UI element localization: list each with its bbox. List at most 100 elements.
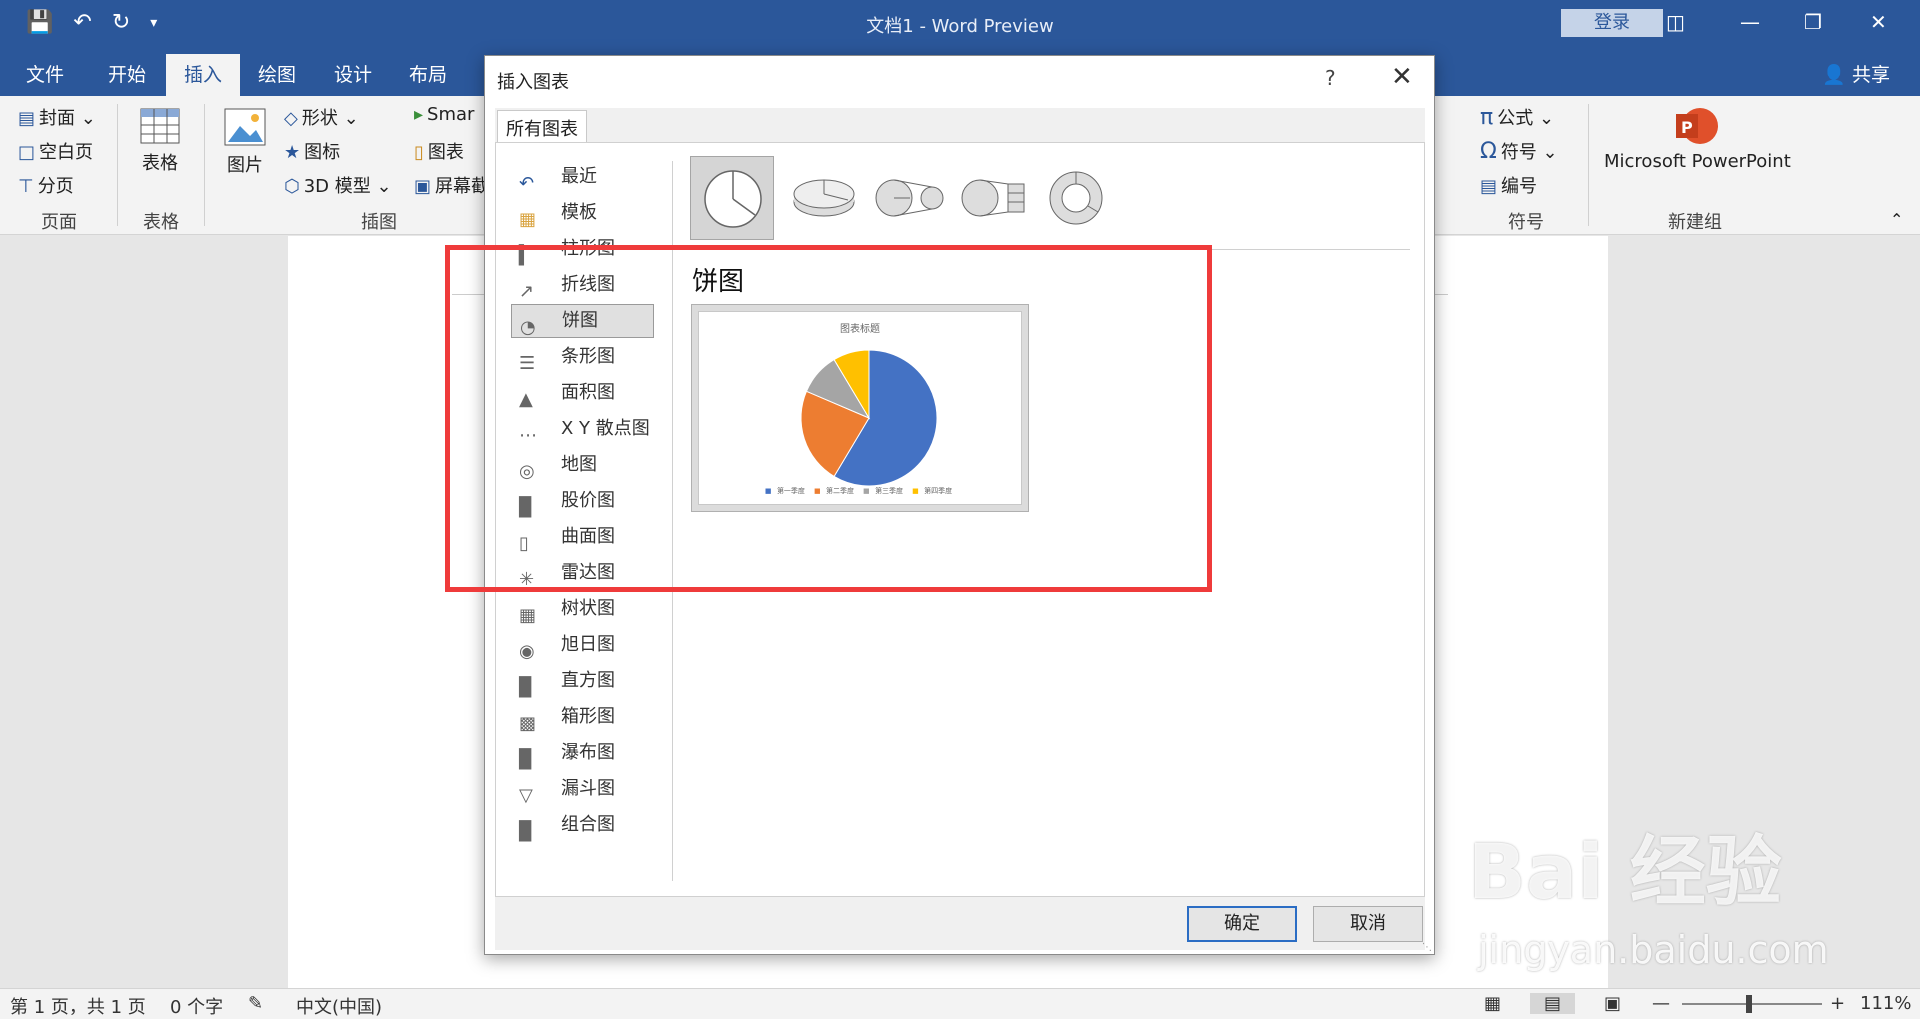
sunburst-icon: ◉ xyxy=(519,641,535,662)
resize-grip-icon[interactable]: ⋱ xyxy=(1422,942,1432,953)
omega-icon: Ω xyxy=(1480,139,1497,164)
icons-icon: ★ xyxy=(284,142,301,163)
chart-category-box-whisker[interactable]: ▩ 箱形图 xyxy=(511,700,654,734)
table-icon xyxy=(140,108,180,144)
doughnut-subtype[interactable] xyxy=(1034,156,1118,240)
read-mode-icon[interactable]: ▦ xyxy=(1484,993,1501,1014)
treemap-icon: ▦ xyxy=(519,605,537,626)
smartart-button[interactable]: ▸ Smar xyxy=(414,104,474,125)
group-label-symbols: 符号 xyxy=(1508,212,1544,233)
share-label: 共享 xyxy=(1851,64,1890,86)
box-whisker-icon: ▩ xyxy=(519,713,537,734)
tab-file[interactable]: 文件 xyxy=(26,60,64,87)
tab-layout[interactable]: 布局 xyxy=(409,60,447,87)
print-layout-icon[interactable]: ▤ xyxy=(1530,993,1576,1014)
minimize-icon[interactable]: — xyxy=(1740,10,1760,34)
category-label: 旭日图 xyxy=(561,634,615,655)
cover-page-button[interactable]: ▤ 封面 ⌄ xyxy=(18,104,96,130)
share-button[interactable]: 👤 共享 xyxy=(1822,60,1890,87)
category-label: 瀑布图 xyxy=(561,742,615,763)
picture-icon xyxy=(224,108,266,146)
category-label: 箱形图 xyxy=(561,706,615,727)
icons-button[interactable]: ★ 图标 xyxy=(284,138,340,164)
shapes-button[interactable]: ◇ 形状 ⌄ xyxy=(284,104,359,130)
chart-category-sunburst[interactable]: ◉ 旭日图 xyxy=(511,628,654,662)
bar-of-pie-subtype[interactable] xyxy=(950,156,1034,240)
powerpoint-icon: P xyxy=(1676,108,1718,144)
category-label: 模板 xyxy=(561,202,597,223)
pie-of-pie-subtype[interactable] xyxy=(866,156,950,240)
tab-all-charts[interactable]: 所有图表 xyxy=(497,110,587,142)
funnel-icon: ▽ xyxy=(519,785,533,806)
collapse-ribbon-icon[interactable]: ⌃ xyxy=(1890,210,1903,229)
picture-button[interactable]: 图片 xyxy=(224,108,266,177)
watermark-text: Bai 经验 xyxy=(1468,827,1782,916)
cancel-button[interactable]: 取消 xyxy=(1313,906,1423,942)
symbol-button[interactable]: Ω 符号 ⌄ xyxy=(1480,138,1558,164)
web-layout-icon[interactable]: ▣ xyxy=(1604,993,1621,1014)
chart-button[interactable]: ▯ 图表 xyxy=(414,138,464,164)
chart-category-histogram[interactable]: ▉ 直方图 xyxy=(511,664,654,698)
pi-icon: π xyxy=(1480,105,1494,130)
title-bar: 💾 ↶ ↻ ▾ 文档1 - Word Preview 登录 ◫ — ❐ ✕ xyxy=(0,0,1920,50)
group-label-pages: 页面 xyxy=(41,212,77,233)
page-break-icon: ⊤ xyxy=(18,176,34,197)
3d-model-button[interactable]: ⬡ 3D 模型 ⌄ xyxy=(284,172,392,198)
pie-subtype[interactable] xyxy=(690,156,774,240)
powerpoint-button[interactable]: P Microsoft PowerPoint xyxy=(1604,106,1791,172)
group-label-new-group: 新建组 xyxy=(1668,212,1722,233)
help-button[interactable]: ? xyxy=(1325,66,1336,90)
ribbon-display-icon[interactable]: ◫ xyxy=(1666,10,1685,34)
ribbon-separator xyxy=(204,104,205,226)
recent-icon: ↶ xyxy=(519,173,535,194)
blank-page-button[interactable]: □ 空白页 xyxy=(18,138,93,164)
equation-button[interactable]: π 公式 ⌄ xyxy=(1480,104,1554,130)
svg-text:P: P xyxy=(1681,118,1693,137)
cover-page-icon: ▤ xyxy=(18,108,36,129)
tab-draw[interactable]: 绘图 xyxy=(258,60,296,87)
close-icon[interactable]: ✕ xyxy=(1391,62,1413,92)
category-label: 最近 xyxy=(561,166,597,187)
tab-design[interactable]: 设计 xyxy=(334,60,372,87)
table-button[interactable]: 表格 xyxy=(140,108,180,175)
zoom-slider-thumb[interactable] xyxy=(1746,995,1752,1013)
user-icon: 👤 xyxy=(1822,64,1846,86)
waterfall-icon: ▉ xyxy=(519,749,533,770)
templates-icon: ▦ xyxy=(519,209,537,230)
page-count[interactable]: 第 1 页，共 1 页 xyxy=(10,993,146,1019)
number-icon: ▤ xyxy=(1480,176,1498,197)
combo-icon: ▉ xyxy=(519,821,533,842)
chart-category-funnel[interactable]: ▽ 漏斗图 xyxy=(511,772,654,806)
category-label: 组合图 xyxy=(561,814,615,835)
zoom-level[interactable]: 111% xyxy=(1860,993,1911,1014)
zoom-slider[interactable] xyxy=(1682,1003,1822,1005)
word-count[interactable]: 0 个字 xyxy=(170,993,223,1019)
chart-category-templates[interactable]: ▦ 模板 xyxy=(511,196,654,230)
chart-icon: ▯ xyxy=(414,142,424,163)
camera-icon: ▣ xyxy=(414,176,432,197)
screenshot-button[interactable]: ▣ 屏幕截 xyxy=(414,172,489,198)
chart-category-treemap[interactable]: ▦ 树状图 xyxy=(511,592,654,626)
watermark: Bai 经验 xyxy=(1468,810,1782,920)
watermark-url: jingyan.baidu.com xyxy=(1478,928,1829,972)
group-label-tables: 表格 xyxy=(143,212,179,233)
language[interactable]: 中文(中国) xyxy=(296,993,382,1019)
zoom-in-icon[interactable]: + xyxy=(1830,993,1845,1014)
ok-button[interactable]: 确定 xyxy=(1187,906,1297,942)
histogram-icon: ▉ xyxy=(519,677,533,698)
3d-pie-subtype[interactable] xyxy=(782,156,866,240)
proofing-icon[interactable]: ✎ xyxy=(248,993,263,1014)
category-label: 漏斗图 xyxy=(561,778,615,799)
zoom-out-icon[interactable]: — xyxy=(1652,993,1670,1014)
tab-insert[interactable]: 插入 xyxy=(166,54,241,96)
tab-home[interactable]: 开始 xyxy=(108,60,146,87)
login-button[interactable]: 登录 xyxy=(1561,9,1663,37)
cube-icon: ⬡ xyxy=(284,176,300,197)
close-window-icon[interactable]: ✕ xyxy=(1870,10,1887,34)
restore-icon[interactable]: ❐ xyxy=(1804,10,1822,34)
chart-category-combo[interactable]: ▉ 组合图 xyxy=(511,808,654,842)
chart-category-waterfall[interactable]: ▉ 瀑布图 xyxy=(511,736,654,770)
chart-category-recent[interactable]: ↶ 最近 xyxy=(511,160,654,194)
number-button[interactable]: ▤ 编号 xyxy=(1480,172,1537,198)
page-break-button[interactable]: ⊤ 分页 xyxy=(18,172,74,198)
